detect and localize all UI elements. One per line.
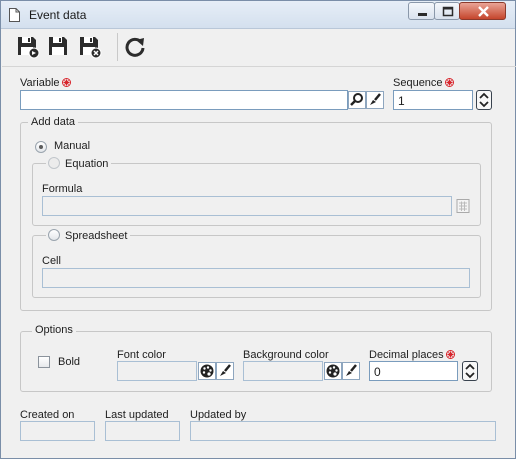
refresh-button[interactable] <box>123 35 147 59</box>
updated-by-field <box>190 421 496 441</box>
sequence-input[interactable]: 1 <box>393 90 473 110</box>
font-color-picker-button[interactable] <box>198 362 216 380</box>
toolbar <box>2 29 516 67</box>
background-color-picker-button[interactable] <box>324 362 342 380</box>
magnifier-icon <box>350 93 363 106</box>
toolbar-separator <box>117 33 118 61</box>
required-icon <box>445 350 455 359</box>
save-button[interactable] <box>47 35 71 59</box>
sequence-label: Sequence <box>393 77 454 89</box>
last-updated-field <box>105 421 180 441</box>
spin-arrows-icon <box>465 363 475 379</box>
cell-label: Cell <box>42 255 61 267</box>
options-legend: Options <box>32 324 76 336</box>
close-icon <box>478 6 489 17</box>
spreadsheet-label: Spreadsheet <box>65 230 128 242</box>
maximize-icon <box>442 6 454 17</box>
variable-input[interactable] <box>20 90 348 110</box>
window-title: Event data <box>29 8 87 22</box>
minimize-icon <box>418 13 427 16</box>
save-and-new-icon <box>18 37 40 59</box>
formula-editor-button[interactable] <box>454 197 472 215</box>
decimal-places-stepper[interactable] <box>462 361 478 381</box>
save-and-new-button[interactable] <box>16 35 40 59</box>
formula-input[interactable] <box>42 196 452 216</box>
variable-label: Variable <box>20 77 71 89</box>
font-color-clear-button[interactable] <box>216 362 234 380</box>
variable-clear-button[interactable] <box>366 91 384 109</box>
bold-label: Bold <box>58 356 81 368</box>
background-color-label: Background color <box>243 349 329 361</box>
font-color-input[interactable] <box>117 361 197 381</box>
manual-radio[interactable] <box>35 141 47 153</box>
spreadsheet-legend: Spreadsheet <box>46 227 131 242</box>
brush-icon <box>346 364 357 376</box>
brush-icon <box>220 364 231 376</box>
spreadsheet-group <box>32 235 481 298</box>
decimal-places-label: Decimal places <box>369 349 455 361</box>
spreadsheet-radio[interactable] <box>48 229 60 241</box>
updated-by-label: Updated by <box>190 409 247 421</box>
maximize-button[interactable] <box>434 2 460 20</box>
manual-label: Manual <box>54 140 91 152</box>
cell-input[interactable] <box>42 268 470 288</box>
background-color-input[interactable] <box>243 361 323 381</box>
equation-radio[interactable] <box>48 157 60 169</box>
bold-checkbox[interactable] <box>38 356 50 368</box>
save-icon <box>49 37 67 55</box>
last-updated-label: Last updated <box>105 409 169 421</box>
equation-legend: Equation <box>46 155 112 170</box>
close-button[interactable] <box>459 2 506 20</box>
save-and-close-icon <box>80 37 102 59</box>
font-color-label: Font color <box>117 349 166 361</box>
spin-arrows-icon <box>479 92 489 108</box>
equation-group <box>32 163 481 226</box>
calculator-icon <box>456 199 470 213</box>
sequence-stepper[interactable] <box>476 90 492 110</box>
refresh-icon <box>125 37 145 57</box>
palette-icon <box>200 364 214 378</box>
add-data-legend: Add data <box>28 116 79 128</box>
required-icon <box>444 78 454 87</box>
formula-label: Formula <box>42 183 83 195</box>
title-bar: Event data <box>1 1 515 29</box>
brush-icon <box>370 93 381 105</box>
created-on-label: Created on <box>20 409 75 421</box>
created-on-field <box>20 421 95 441</box>
equation-label: Equation <box>65 158 109 170</box>
required-icon <box>61 78 71 87</box>
decimal-places-input[interactable]: 0 <box>369 361 458 381</box>
palette-icon <box>326 364 340 378</box>
save-and-close-button[interactable] <box>78 35 102 59</box>
background-color-clear-button[interactable] <box>342 362 360 380</box>
variable-search-button[interactable] <box>348 91 366 109</box>
document-icon <box>9 8 20 22</box>
minimize-button[interactable] <box>408 2 435 20</box>
event-data-window: Event data Variable Sequence 1 Add data … <box>0 0 516 459</box>
